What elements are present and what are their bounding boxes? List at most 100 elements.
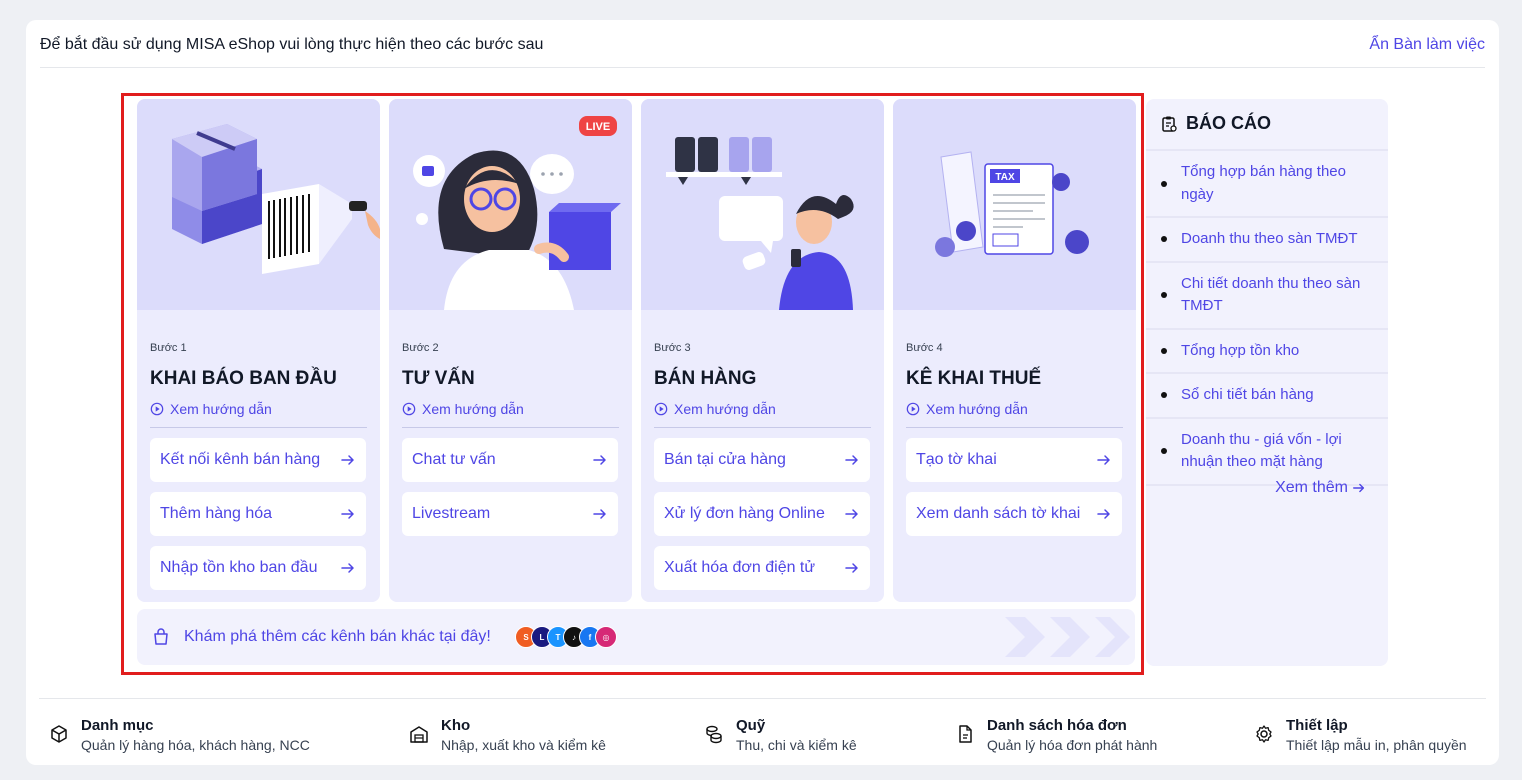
invoice-icon <box>959 725 972 743</box>
divider <box>150 427 367 428</box>
livestream-button[interactable]: Livestream <box>402 492 618 536</box>
divider <box>654 427 871 428</box>
view-guide-link[interactable]: Xem hướng dẫn <box>654 401 776 417</box>
report-item[interactable]: Doanh thu theo sàn TMĐT <box>1146 216 1388 261</box>
action-label: Xuất hóa đơn điện tử <box>664 559 816 576</box>
shortcut-fund[interactable]: Quỹ Thu, chi và kiểm kê <box>704 717 857 753</box>
step-4-illustration: TAX <box>893 99 1136 310</box>
report-item[interactable]: Chi tiết doanh thu theo sàn TMĐT <box>1146 260 1388 328</box>
shortcut-sub: Quản lý hàng hóa, khách hàng, NCC <box>81 737 310 753</box>
arrow-right-icon <box>1097 509 1110 519</box>
step-title: BÁN HÀNG <box>654 368 757 389</box>
arrow-right-icon <box>1097 455 1110 465</box>
chat-consult-button[interactable]: Chat tư vấn <box>402 438 618 482</box>
play-circle-icon <box>906 402 920 416</box>
view-guide-link[interactable]: Xem hướng dẫn <box>150 401 272 417</box>
divider <box>906 427 1123 428</box>
step-card-2: LIVE Bước 2 TƯ VẤN Xem hướng dẫn Chat tư… <box>389 99 632 602</box>
declaration-list-button[interactable]: Xem danh sách tờ khai <box>906 492 1122 536</box>
play-circle-icon <box>402 402 416 416</box>
intro-text: Để bắt đầu sử dụng MISA eShop vui lòng t… <box>40 36 544 53</box>
report-item[interactable]: Sổ chi tiết bán hàng <box>1146 372 1388 417</box>
live-badge: LIVE <box>586 121 610 133</box>
shortcut-title: Quỹ <box>736 717 766 734</box>
gear-icon <box>1256 725 1272 743</box>
guide-label: Xem hướng dẫn <box>170 401 272 417</box>
action-label: Xử lý đơn hàng Online <box>664 505 825 522</box>
shortcut-sub: Thiết lập mẫu in, phân quyền <box>1286 737 1467 753</box>
guide-label: Xem hướng dẫn <box>422 401 524 417</box>
step-title: KHAI BÁO BAN ĐẦU <box>150 368 337 389</box>
view-guide-link[interactable]: Xem hướng dẫn <box>402 401 524 417</box>
arrow-right-icon <box>341 455 354 465</box>
add-product-button[interactable]: Thêm hàng hóa <box>150 492 366 536</box>
report-item[interactable]: Doanh thu - giá vốn - lợi nhuận theo mặt… <box>1146 416 1388 486</box>
explore-channels-banner[interactable]: Khám phá thêm các kênh bán khác tại đây!… <box>137 609 1135 665</box>
shortcut-sub: Quản lý hóa đơn phát hành <box>987 737 1158 753</box>
desk-header: Để bắt đầu sử dụng MISA eShop vui lòng t… <box>40 36 1485 68</box>
action-label: Xem danh sách tờ khai <box>916 505 1081 522</box>
see-more-label: Xem thêm <box>1275 479 1348 496</box>
action-label: Thêm hàng hóa <box>160 505 273 522</box>
report-list: Tổng hợp bán hàng theo ngày Doanh thu th… <box>1146 149 1388 486</box>
arrow-right-icon <box>845 563 858 573</box>
action-label: Kết nối kênh bán hàng <box>160 451 321 468</box>
step-title: TƯ VẤN <box>402 368 475 389</box>
step-label: Bước 1 <box>150 342 187 354</box>
hide-desk-link[interactable]: Ẩn Bàn làm việc <box>1369 36 1485 54</box>
step-label: Bước 3 <box>654 342 691 354</box>
guide-label: Xem hướng dẫn <box>926 401 1028 417</box>
arrow-right-icon <box>1353 483 1365 493</box>
box-icon <box>51 725 67 743</box>
play-circle-icon <box>654 402 668 416</box>
create-declaration-button[interactable]: Tạo tờ khai <box>906 438 1122 482</box>
online-orders-button[interactable]: Xử lý đơn hàng Online <box>654 492 870 536</box>
e-invoice-button[interactable]: Xuất hóa đơn điện tử <box>654 546 870 590</box>
channel-logos: S L T ♪ f ◎ <box>515 626 617 648</box>
step-3-illustration <box>641 99 884 310</box>
step-label: Bước 4 <box>906 342 943 354</box>
report-header: BÁO CÁO <box>1160 113 1271 134</box>
shortcut-sub: Thu, chi và kiểm kê <box>736 737 857 753</box>
divider <box>402 427 619 428</box>
action-label: Tạo tờ khai <box>916 451 997 468</box>
report-item[interactable]: Tổng hợp tồn kho <box>1146 327 1388 373</box>
step-label: Bước 2 <box>402 342 439 354</box>
see-more-link[interactable]: Xem thêm <box>1275 479 1366 497</box>
arrow-right-icon <box>593 455 606 465</box>
initial-stock-button[interactable]: Nhập tồn kho ban đầu <box>150 546 366 590</box>
shortcut-title: Kho <box>441 717 471 734</box>
shortcut-title: Danh sách hóa đơn <box>987 717 1127 734</box>
shopping-bag-icon <box>154 628 168 645</box>
action-label: Bán tại cửa hàng <box>664 451 786 468</box>
shortcut-catalog[interactable]: Danh mục Quản lý hàng hóa, khách hàng, NC… <box>49 717 310 753</box>
coins-icon <box>706 725 722 744</box>
shortcut-settings[interactable]: Thiết lập Thiết lập mẫu in, phân quyền <box>1254 717 1467 753</box>
view-guide-link[interactable]: Xem hướng dẫn <box>906 401 1028 417</box>
tax-label: TAX <box>995 172 1015 183</box>
shortcut-invoices[interactable]: Danh sách hóa đơn Quản lý hóa đơn phát hà… <box>955 717 1157 753</box>
arrow-right-icon <box>341 563 354 573</box>
play-circle-icon <box>150 402 164 416</box>
shortcut-sub: Nhập, xuất kho và kiểm kê <box>441 737 606 753</box>
arrow-right-icon <box>845 509 858 519</box>
clipboard-report-icon <box>1162 116 1177 132</box>
explore-channels-text: Khám phá thêm các kênh bán khác tại đây! <box>184 628 491 645</box>
connect-channel-button[interactable]: Kết nối kênh bán hàng <box>150 438 366 482</box>
report-title: BÁO CÁO <box>1186 113 1271 133</box>
arrow-right-icon <box>593 509 606 519</box>
shortcut-warehouse[interactable]: Kho Nhập, xuất kho và kiểm kê <box>409 717 606 753</box>
action-label: Chat tư vấn <box>412 451 496 468</box>
report-item[interactable]: Tổng hợp bán hàng theo ngày <box>1146 149 1388 216</box>
guide-label: Xem hướng dẫn <box>674 401 776 417</box>
step-1-illustration <box>137 99 380 310</box>
arrow-right-icon <box>845 455 858 465</box>
store-sale-button[interactable]: Bán tại cửa hàng <box>654 438 870 482</box>
step-card-3: Bước 3 BÁN HÀNG Xem hướng dẫn Bán tại cử… <box>641 99 884 602</box>
decorative-chevrons <box>1005 617 1130 657</box>
warehouse-icon <box>410 726 428 743</box>
instagram-icon: ◎ <box>595 626 617 648</box>
desk-panel: Để bắt đầu sử dụng MISA eShop vui lòng t… <box>26 20 1499 765</box>
action-label: Livestream <box>412 505 491 522</box>
report-panel: BÁO CÁO Tổng hợp bán hàng theo ngày Doan… <box>1146 99 1388 666</box>
